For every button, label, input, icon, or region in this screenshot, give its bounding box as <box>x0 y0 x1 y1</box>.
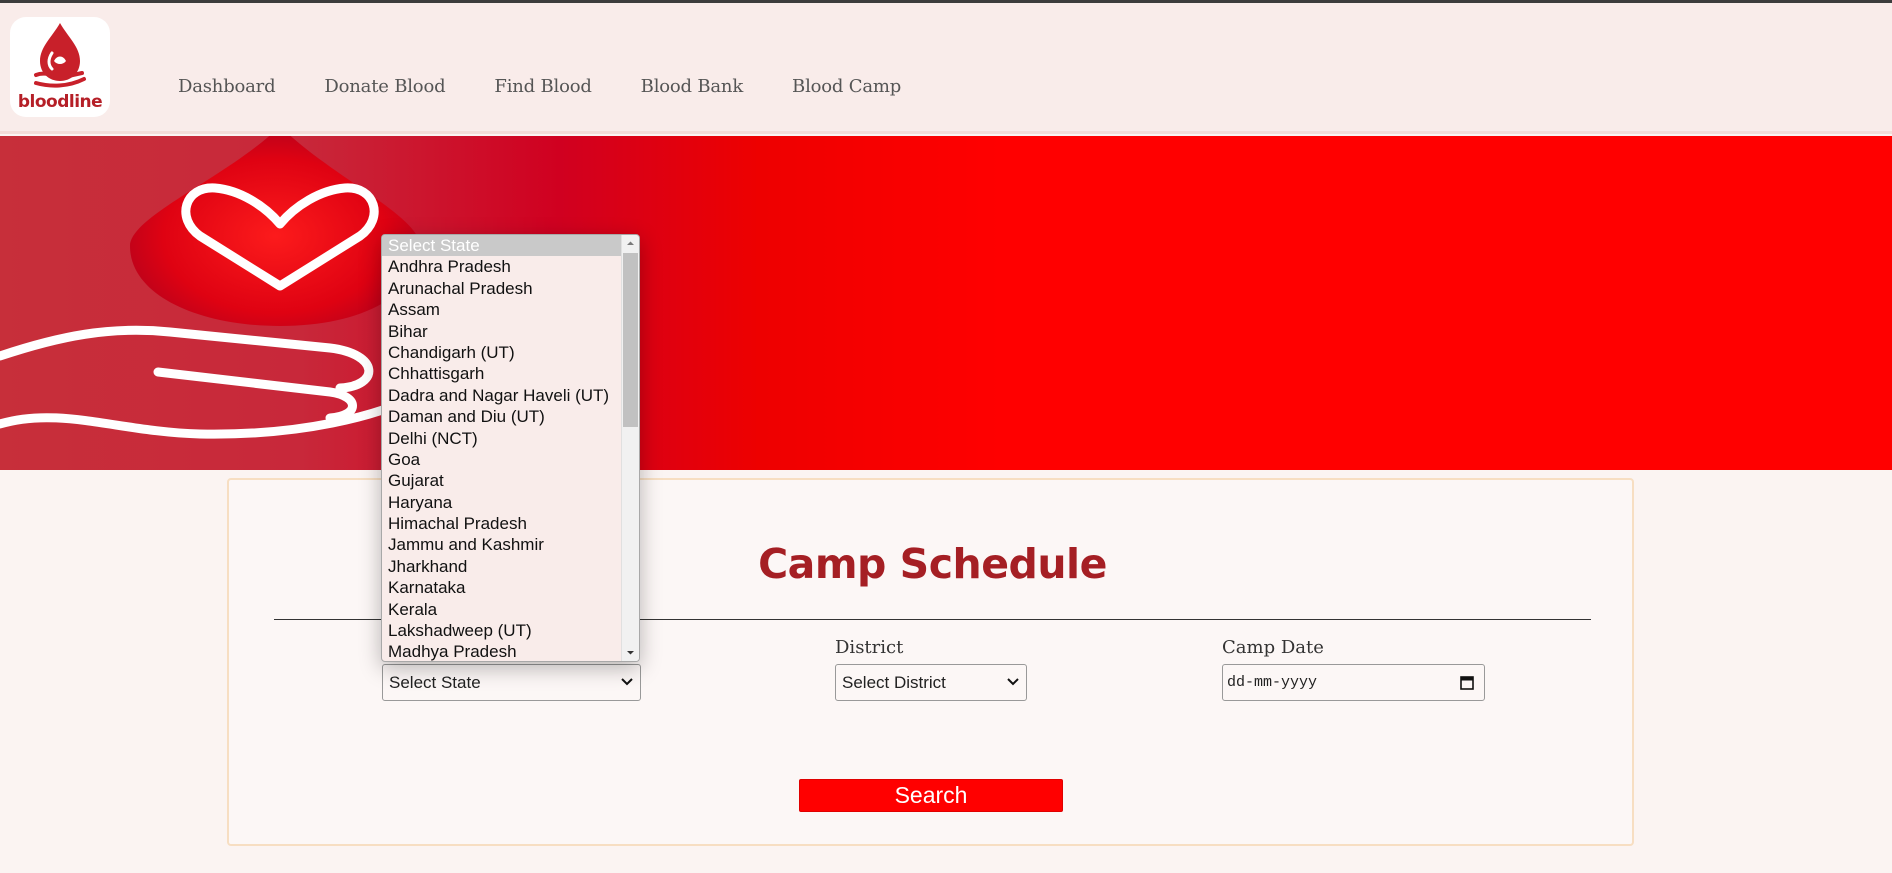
state-option[interactable]: Karnataka <box>382 577 621 598</box>
state-option[interactable]: Daman and Diu (UT) <box>382 406 621 427</box>
site-header: bloodline Dashboard Donate Blood Find Bl… <box>0 3 1892 134</box>
nav-blood-bank[interactable]: Blood Bank <box>641 76 744 97</box>
brand-logo[interactable]: bloodline <box>10 17 110 117</box>
brand-logo-text: bloodline <box>17 92 103 112</box>
state-option[interactable]: Jharkhand <box>382 556 621 577</box>
camp-date-placeholder: dd-mm-yyyy <box>1227 674 1318 691</box>
district-select-value: Select District <box>842 673 946 692</box>
state-option[interactable]: Chandigarh (UT) <box>382 342 621 363</box>
state-option[interactable]: Madhya Pradesh <box>382 641 621 661</box>
nav-donate-blood[interactable]: Donate Blood <box>324 76 445 97</box>
state-option[interactable]: Lakshadweep (UT) <box>382 620 621 641</box>
state-option[interactable]: Haryana <box>382 492 621 513</box>
state-option[interactable]: Himachal Pradesh <box>382 513 621 534</box>
district-label: District <box>835 637 904 658</box>
search-button[interactable]: Search <box>799 779 1063 812</box>
state-select[interactable]: Select State <box>382 664 641 701</box>
main-nav: Dashboard Donate Blood Find Blood Blood … <box>178 76 950 97</box>
state-option[interactable]: Dadra and Nagar Haveli (UT) <box>382 385 621 406</box>
state-option[interactable]: Assam <box>382 299 621 320</box>
scrollbar-thumb[interactable] <box>623 253 638 427</box>
state-options: Select State Andhra Pradesh Arunachal Prad… <box>382 235 621 661</box>
state-option[interactable]: Bihar <box>382 321 621 342</box>
state-select-value: Select State <box>389 673 481 692</box>
calendar-icon[interactable] <box>1460 675 1474 690</box>
nav-blood-camp[interactable]: Blood Camp <box>792 76 901 97</box>
dropdown-scrollbar[interactable] <box>621 235 639 661</box>
nav-dashboard[interactable]: Dashboard <box>178 76 276 97</box>
state-option[interactable]: Delhi (NCT) <box>382 428 621 449</box>
camp-date-label: Camp Date <box>1222 637 1324 658</box>
state-option[interactable]: Jammu and Kashmir <box>382 534 621 555</box>
blood-drop-hand-icon <box>34 23 86 88</box>
state-option[interactable]: Gujarat <box>382 470 621 491</box>
chevron-down-icon <box>1007 678 1019 686</box>
state-option[interactable]: Chhattisgarh <box>382 363 621 384</box>
state-option[interactable]: Andhra Pradesh <box>382 256 621 277</box>
state-dropdown-list[interactable]: Select State Andhra Pradesh Arunachal Prad… <box>381 234 640 662</box>
camp-date-input[interactable]: dd-mm-yyyy <box>1222 664 1485 701</box>
nav-find-blood[interactable]: Find Blood <box>494 76 591 97</box>
state-option[interactable]: Arunachal Pradesh <box>382 278 621 299</box>
state-option[interactable]: Goa <box>382 449 621 470</box>
state-option[interactable]: Select State <box>382 235 621 257</box>
state-option[interactable]: Kerala <box>382 599 621 620</box>
district-select[interactable]: Select District <box>835 664 1027 701</box>
scroll-down-icon[interactable] <box>622 644 639 661</box>
hero-banner <box>0 136 1892 470</box>
scroll-up-icon[interactable] <box>622 235 639 252</box>
chevron-down-icon <box>621 678 633 686</box>
